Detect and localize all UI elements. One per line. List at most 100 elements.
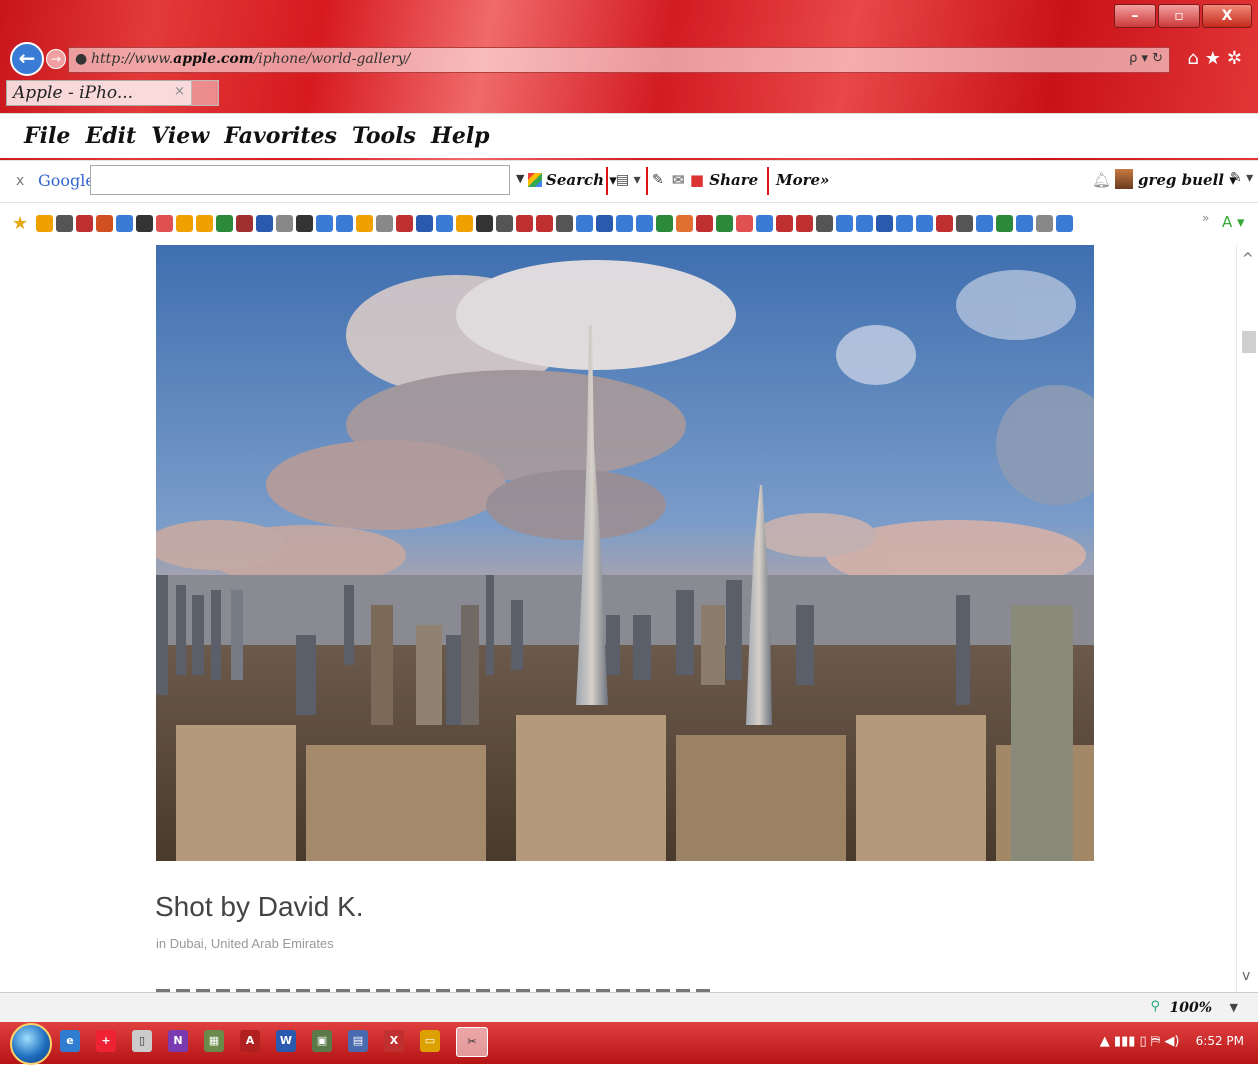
- favorite-site-icon[interactable]: [836, 215, 853, 232]
- favorite-site-icon[interactable]: [956, 215, 973, 232]
- menu-edit[interactable]: Edit: [85, 114, 136, 158]
- snipping-tool-icon[interactable]: ✂: [456, 1027, 488, 1057]
- spreadsheet-icon[interactable]: ▦: [204, 1030, 224, 1052]
- clock[interactable]: 6:52 PM: [1196, 1034, 1244, 1048]
- scroll-down-icon[interactable]: v: [1242, 968, 1250, 984]
- toolbar-extra-icons[interactable]: ✎: [652, 172, 664, 188]
- favorite-site-icon[interactable]: [236, 215, 253, 232]
- more-button[interactable]: More»: [776, 171, 829, 189]
- favorites-star-icon[interactable]: ★: [1205, 48, 1227, 69]
- network-icon[interactable]: ⛿: [1151, 1034, 1160, 1049]
- favorite-site-icon[interactable]: [136, 215, 153, 232]
- favorite-site-icon[interactable]: [996, 215, 1013, 232]
- vertical-scrollbar[interactable]: ^ v: [1236, 245, 1258, 992]
- document-icon[interactable]: ▯: [132, 1030, 152, 1052]
- zoom-dropdown-icon[interactable]: ▼: [1230, 1001, 1238, 1014]
- start-button[interactable]: [10, 1023, 52, 1065]
- favorite-site-icon[interactable]: [1056, 215, 1073, 232]
- folder-icon[interactable]: ▭: [420, 1030, 440, 1052]
- new-tab-button[interactable]: [191, 80, 219, 106]
- favorite-site-icon[interactable]: [396, 215, 413, 232]
- volume-icon[interactable]: ◀): [1164, 1034, 1179, 1049]
- favorite-site-icon[interactable]: [36, 215, 53, 232]
- zoom-level[interactable]: 100%: [1169, 1000, 1212, 1016]
- internet-explorer-icon[interactable]: e: [60, 1030, 80, 1052]
- favorite-site-icon[interactable]: [316, 215, 333, 232]
- favorite-site-icon[interactable]: [676, 215, 693, 232]
- favorite-site-icon[interactable]: [556, 215, 573, 232]
- google-search-button[interactable]: Search ▾: [528, 171, 617, 189]
- favorite-site-icon[interactable]: [376, 215, 393, 232]
- toolbar-misc-icons[interactable]: ▤ ▾: [616, 172, 641, 188]
- settings-gear-icon[interactable]: ✲: [1227, 48, 1248, 69]
- avatar[interactable]: [1115, 169, 1133, 189]
- wrench-icon[interactable]: ✎ ▾: [1230, 170, 1253, 186]
- favorite-site-icon[interactable]: [356, 215, 373, 232]
- user-account-button[interactable]: greg buell ▾: [1138, 171, 1237, 189]
- app2-icon[interactable]: ▤: [348, 1030, 368, 1052]
- app3-icon[interactable]: X: [384, 1030, 404, 1052]
- favorite-site-icon[interactable]: [1016, 215, 1033, 232]
- signal-icon[interactable]: ▮▮▮: [1114, 1034, 1135, 1049]
- menu-view[interactable]: View: [151, 114, 209, 158]
- home-icon[interactable]: ⌂: [1187, 48, 1204, 69]
- close-window-button[interactable]: X: [1202, 4, 1252, 28]
- font-size-icon[interactable]: A ▾: [1222, 213, 1245, 231]
- favorite-site-icon[interactable]: [176, 215, 193, 232]
- minimize-button[interactable]: –: [1114, 4, 1156, 28]
- favorite-site-icon[interactable]: [976, 215, 993, 232]
- favorite-site-icon[interactable]: [876, 215, 893, 232]
- favorite-site-icon[interactable]: [576, 215, 593, 232]
- toolbar-close-icon[interactable]: x: [16, 173, 24, 189]
- menu-help[interactable]: Help: [431, 114, 490, 158]
- search-dropdown-icon[interactable]: ▼: [516, 172, 524, 185]
- favorite-site-icon[interactable]: [896, 215, 913, 232]
- favorite-site-icon[interactable]: [596, 215, 613, 232]
- maximize-button[interactable]: ▫: [1158, 4, 1200, 28]
- favorite-site-icon[interactable]: [756, 215, 773, 232]
- favorite-site-icon[interactable]: [696, 215, 713, 232]
- url-text[interactable]: http://www.apple.com/iphone/world-galler…: [91, 51, 410, 67]
- notification-bell-icon[interactable]: 🔔︎: [1092, 171, 1111, 189]
- favorite-site-icon[interactable]: [56, 215, 73, 232]
- red-app-icon[interactable]: +: [96, 1030, 116, 1052]
- scroll-up-icon[interactable]: ^: [1242, 251, 1254, 267]
- address-tools[interactable]: ρ ▾ ↻: [1129, 51, 1163, 66]
- favorite-site-icon[interactable]: [256, 215, 273, 232]
- favorite-site-icon[interactable]: [96, 215, 113, 232]
- more-favorites-chevron-icon[interactable]: »: [1202, 211, 1209, 225]
- back-button[interactable]: ←: [10, 42, 44, 76]
- tray-expand-icon[interactable]: ▲: [1100, 1034, 1110, 1049]
- favorite-site-icon[interactable]: [416, 215, 433, 232]
- favorite-site-icon[interactable]: [776, 215, 793, 232]
- favorite-site-icon[interactable]: [336, 215, 353, 232]
- favorite-site-icon[interactable]: [276, 215, 293, 232]
- menu-file[interactable]: File: [24, 114, 70, 158]
- favorite-site-icon[interactable]: [216, 215, 233, 232]
- favorite-site-icon[interactable]: [796, 215, 813, 232]
- favorite-site-icon[interactable]: [116, 215, 133, 232]
- favorite-site-icon[interactable]: [476, 215, 493, 232]
- add-favorite-star-icon[interactable]: ★: [12, 213, 28, 234]
- menu-favorites[interactable]: Favorites: [224, 114, 337, 158]
- favorite-site-icon[interactable]: [636, 215, 653, 232]
- browser-tab[interactable]: Apple - iPho... ×: [6, 80, 192, 106]
- favorite-site-icon[interactable]: [296, 215, 313, 232]
- favorite-site-icon[interactable]: [436, 215, 453, 232]
- app-icon[interactable]: ▣: [312, 1030, 332, 1052]
- favorite-site-icon[interactable]: [656, 215, 673, 232]
- favorite-site-icon[interactable]: [456, 215, 473, 232]
- tab-close-icon[interactable]: ×: [174, 84, 185, 99]
- page-icon[interactable]: ▤: [616, 172, 629, 188]
- onenote-icon[interactable]: N: [168, 1030, 188, 1052]
- battery-icon[interactable]: ▯: [1140, 1034, 1147, 1049]
- forward-button[interactable]: →: [46, 49, 66, 69]
- favorite-site-icon[interactable]: [616, 215, 633, 232]
- favorite-site-icon[interactable]: [1036, 215, 1053, 232]
- favorite-site-icon[interactable]: [76, 215, 93, 232]
- favorite-site-icon[interactable]: [536, 215, 553, 232]
- pencil-icon[interactable]: ✎: [652, 172, 664, 188]
- favorite-site-icon[interactable]: [196, 215, 213, 232]
- favorite-site-icon[interactable]: [716, 215, 733, 232]
- google-search-input[interactable]: [90, 165, 510, 195]
